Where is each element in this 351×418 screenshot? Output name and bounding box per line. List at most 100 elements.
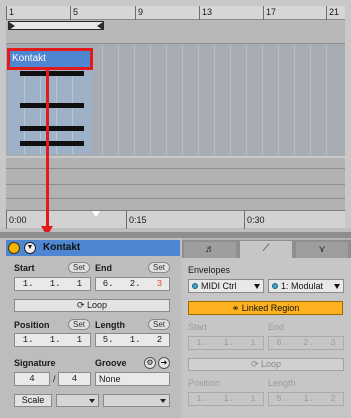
- linked-region-button[interactable]: ⚭ Linked Region: [188, 301, 343, 315]
- clip-activator-button[interactable]: [8, 242, 20, 254]
- bar-tick: [6, 6, 7, 20]
- bar-tick: [199, 6, 200, 20]
- linked-region-label: Linked Region: [241, 303, 300, 313]
- lane-divider: [6, 168, 345, 169]
- annotation-arrow: [46, 70, 49, 230]
- length-field[interactable]: 5. 1. 2: [95, 333, 170, 347]
- grid-line: [294, 44, 295, 156]
- groove-hotswap-icon[interactable]: ⚙: [144, 357, 156, 369]
- grid-line: [326, 44, 327, 156]
- loop-brace[interactable]: [8, 21, 104, 30]
- grid-line: [246, 44, 247, 156]
- end-field[interactable]: 6. 2. 3: [95, 277, 170, 291]
- position-set-button[interactable]: Set: [68, 319, 90, 330]
- bar-tick: [135, 6, 136, 20]
- midi-note: [20, 126, 84, 131]
- env-length-label: Length: [268, 378, 296, 388]
- grid-line: [310, 44, 311, 156]
- midi-note: [20, 103, 84, 108]
- lane-divider: [6, 184, 345, 185]
- device-select[interactable]: MIDI Ctrl: [188, 279, 264, 293]
- grid-line: [214, 44, 215, 156]
- end-set-button[interactable]: Set: [148, 262, 170, 273]
- grid-line: [134, 44, 135, 156]
- tab-notes[interactable]: ♬: [184, 242, 236, 258]
- signature-slash: /: [53, 374, 56, 384]
- control-select[interactable]: 1: Modulat: [268, 279, 344, 293]
- collapse-icon[interactable]: ▼: [24, 242, 36, 254]
- length-set-button[interactable]: Set: [148, 319, 170, 330]
- bar-number: 9: [138, 7, 144, 17]
- start-set-button[interactable]: Set: [68, 262, 90, 273]
- status-dot-icon: [272, 283, 278, 289]
- position-label: Position: [14, 320, 50, 330]
- bar-number: 13: [202, 7, 213, 17]
- loop-end-marker[interactable]: [97, 22, 103, 30]
- time-tick: [6, 211, 7, 229]
- grid-line: [230, 44, 231, 156]
- groove-commit-icon[interactable]: ➜: [158, 357, 170, 369]
- midi-clip[interactable]: [8, 68, 92, 154]
- loop-icon: ⟳: [250, 359, 259, 369]
- end-value-main: 6. 2.: [102, 279, 141, 289]
- signature-denominator[interactable]: 4: [58, 372, 91, 386]
- detail-tabs: ♬ ⟋ ⋎: [182, 240, 351, 258]
- bar-number: 21: [329, 7, 340, 17]
- tab-mpe[interactable]: ⋎: [296, 242, 348, 258]
- clip-title: Kontakt: [43, 242, 81, 253]
- grid-line: [102, 44, 103, 156]
- chevron-down-icon: [89, 399, 95, 403]
- scale-root-select[interactable]: [56, 394, 99, 407]
- end-label: End: [95, 263, 112, 273]
- lane-divider: [6, 198, 345, 199]
- bar-number: 5: [73, 7, 79, 17]
- env-loop-button[interactable]: ⟳ Loop: [188, 358, 344, 371]
- chevron-down-icon: [254, 284, 260, 289]
- grid-line: [166, 44, 167, 156]
- envelopes-label: Envelopes: [188, 265, 231, 275]
- groove-label: Groove: [95, 358, 127, 368]
- highlight-box: [7, 48, 93, 70]
- env-end-label: End: [268, 322, 285, 332]
- env-end-field[interactable]: 6. 2. 3: [268, 336, 344, 350]
- bar-ruler[interactable]: 1 5 9 13 17 21: [6, 6, 345, 20]
- time-label: 0:00: [9, 215, 27, 225]
- loop-button[interactable]: ⟳ Loop: [14, 299, 170, 312]
- scale-toggle[interactable]: Scale: [14, 394, 52, 407]
- scale-name-select[interactable]: [103, 394, 170, 407]
- device-select-value: MIDI Ctrl: [201, 281, 237, 291]
- time-label: 0:15: [129, 215, 147, 225]
- signature-label: Signature: [14, 358, 56, 368]
- grid-line: [150, 44, 151, 156]
- signature-numerator[interactable]: 4: [14, 372, 50, 386]
- time-label: 0:30: [247, 215, 265, 225]
- midi-note: [20, 141, 84, 146]
- env-position-label: Position: [188, 378, 221, 388]
- start-field[interactable]: 1. 1. 1: [14, 277, 91, 291]
- bar-number: 1: [9, 7, 15, 17]
- status-dot-icon: [192, 283, 198, 289]
- position-field[interactable]: 1. 1. 1: [14, 333, 91, 347]
- grid-line: [262, 44, 263, 156]
- tab-envelopes[interactable]: ⟋: [240, 241, 292, 258]
- bar-number: 17: [266, 7, 277, 17]
- bar-tick: [263, 6, 264, 20]
- control-select-value: 1: Modulat: [281, 281, 324, 291]
- env-position-field[interactable]: 1. 1. 1: [188, 392, 264, 406]
- time-tick: [126, 211, 127, 229]
- loop-start-marker[interactable]: [9, 22, 15, 30]
- loop-icon: ⟳: [76, 300, 85, 310]
- groove-select[interactable]: None: [95, 372, 170, 386]
- chevron-down-icon: [160, 399, 166, 403]
- time-ruler[interactable]: 0:00 0:15 0:30: [6, 210, 345, 229]
- env-length-field[interactable]: 5. 1. 2: [268, 392, 344, 406]
- track-lanes[interactable]: [6, 158, 345, 210]
- length-label: Length: [95, 320, 125, 330]
- env-start-field[interactable]: 1. 1. 1: [188, 336, 264, 350]
- env-start-label: Start: [188, 322, 208, 332]
- midi-note: [20, 71, 84, 76]
- clip-end-marker-icon[interactable]: [92, 211, 100, 217]
- link-icon: ⚭: [231, 303, 240, 313]
- grid-line: [118, 44, 119, 156]
- end-value-last: 3: [156, 279, 163, 289]
